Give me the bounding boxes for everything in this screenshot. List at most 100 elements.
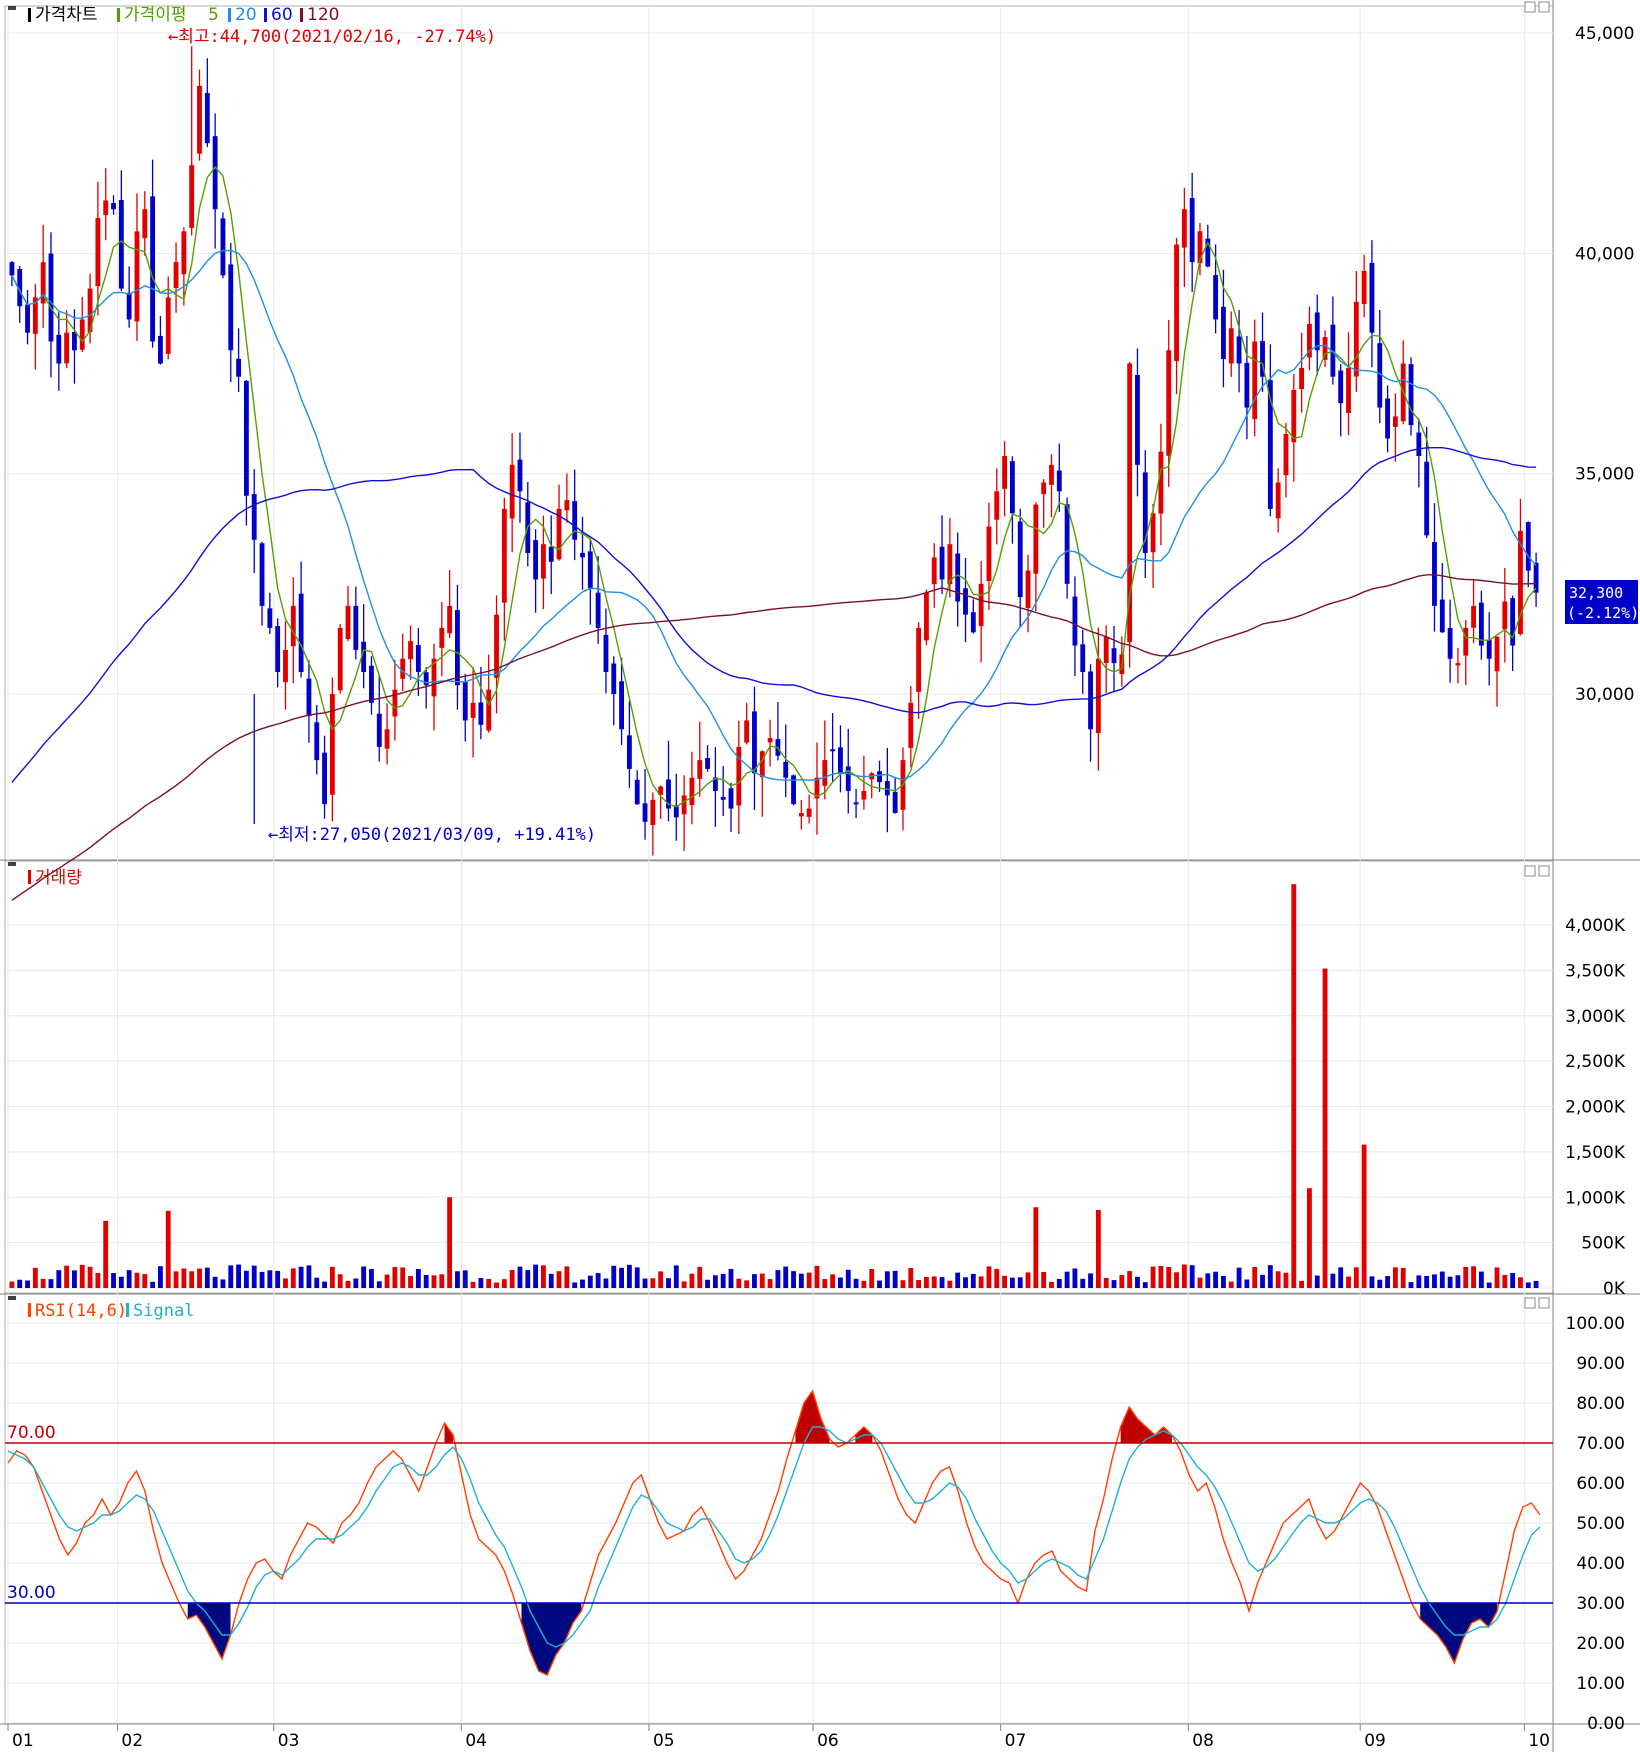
volume-bar [478,1278,484,1288]
candle-up [1455,663,1461,666]
volume-bar [470,1281,476,1288]
current-change: (-2.12%) [1567,604,1639,622]
volume-bar [1127,1271,1133,1288]
candle-down [642,803,648,822]
candle-down [275,626,281,672]
legend-bar-icon [28,1303,31,1317]
candle-down [955,553,961,602]
volume-bar [1009,1277,1015,1288]
volume-bar [814,1265,820,1288]
volume-bar [1111,1280,1117,1288]
volume-bar [642,1278,648,1288]
candle-down [1056,470,1062,492]
volume-bar [1221,1275,1226,1288]
volume-bar [431,1275,437,1288]
candle-down [533,540,539,580]
close-icon[interactable] [1538,1,1550,13]
signal-legend-label: Signal [133,1301,194,1321]
volume-bar [1455,1275,1461,1288]
volume-bar [220,1279,226,1288]
candle-down [1408,364,1414,426]
volume-bar [494,1282,499,1288]
volume-bar [353,1278,359,1288]
month-label: 08 [1192,1731,1214,1751]
volume-bar [1463,1266,1469,1288]
candle-down [369,665,374,703]
volume-bar [1525,1282,1531,1288]
volume-bar [1142,1282,1148,1288]
candle-down [1424,461,1430,536]
volume-axis-ticks: 4,000K 3,500K 3,000K 2,500K 2,000K 1,500K 1,00… [1565,916,1626,1299]
volume-bar [548,1273,554,1288]
candle-down [455,610,460,686]
maximize-icon[interactable] [1524,865,1536,877]
candle-down [1338,370,1344,404]
candle-down [963,588,968,615]
rsi-tick-label: 80.00 [1576,1394,1625,1414]
volume-bar [283,1278,288,1288]
volume-tick-label: 0K [1603,1279,1626,1299]
ma60-legend: 60 [271,5,293,25]
volume-bar [1377,1279,1383,1288]
volume-bar [978,1276,984,1288]
candle-up [134,231,140,322]
candle-down [939,546,945,580]
volume-bar [658,1271,664,1288]
volume-bar [1299,1280,1305,1288]
price-legend-title: 가격차트 [35,5,98,25]
volume-bar [501,1279,507,1288]
volume-bar [947,1280,953,1288]
volume-bar [822,1279,828,1288]
maximize-icon[interactable] [1524,1,1536,13]
volume-bar [931,1276,937,1288]
candle-up [1158,451,1164,514]
close-icon[interactable] [1538,865,1550,877]
candle-down [611,663,617,694]
close-icon[interactable] [1538,1297,1550,1309]
ma120-legend: 120 [307,5,339,25]
candle-down [1525,522,1531,571]
candle-up [1033,504,1039,574]
rsi-level-30-label: 30.00 [7,1583,56,1603]
volume-bar [533,1264,539,1288]
volume-tick-label: 1,500K [1565,1143,1626,1163]
volume-bar [1244,1279,1250,1288]
volume-bar [540,1265,546,1288]
volume-bar [1416,1275,1422,1288]
volume-bar [345,1280,351,1288]
volume-bar [48,1279,54,1288]
candle-up [345,605,351,640]
volume-bar [1346,1276,1351,1288]
candle-down [25,304,30,333]
volume-bar [939,1277,945,1288]
volume-bar [134,1272,140,1288]
volume-bar [853,1278,859,1288]
volume-bar [306,1265,312,1288]
candle-up [916,627,922,692]
volume-tick-label: 500K [1581,1234,1625,1254]
volume-bar [1080,1278,1086,1288]
volume-bar [32,1267,38,1288]
candle-down [298,593,304,672]
candle-up [1002,456,1008,489]
volume-bar [400,1267,406,1288]
candle-up [1471,605,1476,628]
volume-bar [587,1275,593,1288]
volume-bar [236,1264,242,1288]
candle-up [1181,209,1187,248]
candle-up [103,200,109,216]
volume-bar [1385,1276,1391,1288]
candle-up [908,702,914,748]
volume-bar [40,1278,46,1288]
candle-down [595,592,601,628]
maximize-icon[interactable] [1524,1297,1536,1309]
volume-bar [1306,1188,1312,1288]
candle-down [626,735,632,769]
candle-down [1486,639,1492,659]
candle-down [111,203,116,210]
volume-legend-title: 거래량 [35,868,82,888]
volume-bar [1064,1271,1070,1288]
volume-tick-label: 4,000K [1565,916,1626,936]
volume-bar [1392,1267,1398,1288]
volume-bar [64,1265,70,1288]
